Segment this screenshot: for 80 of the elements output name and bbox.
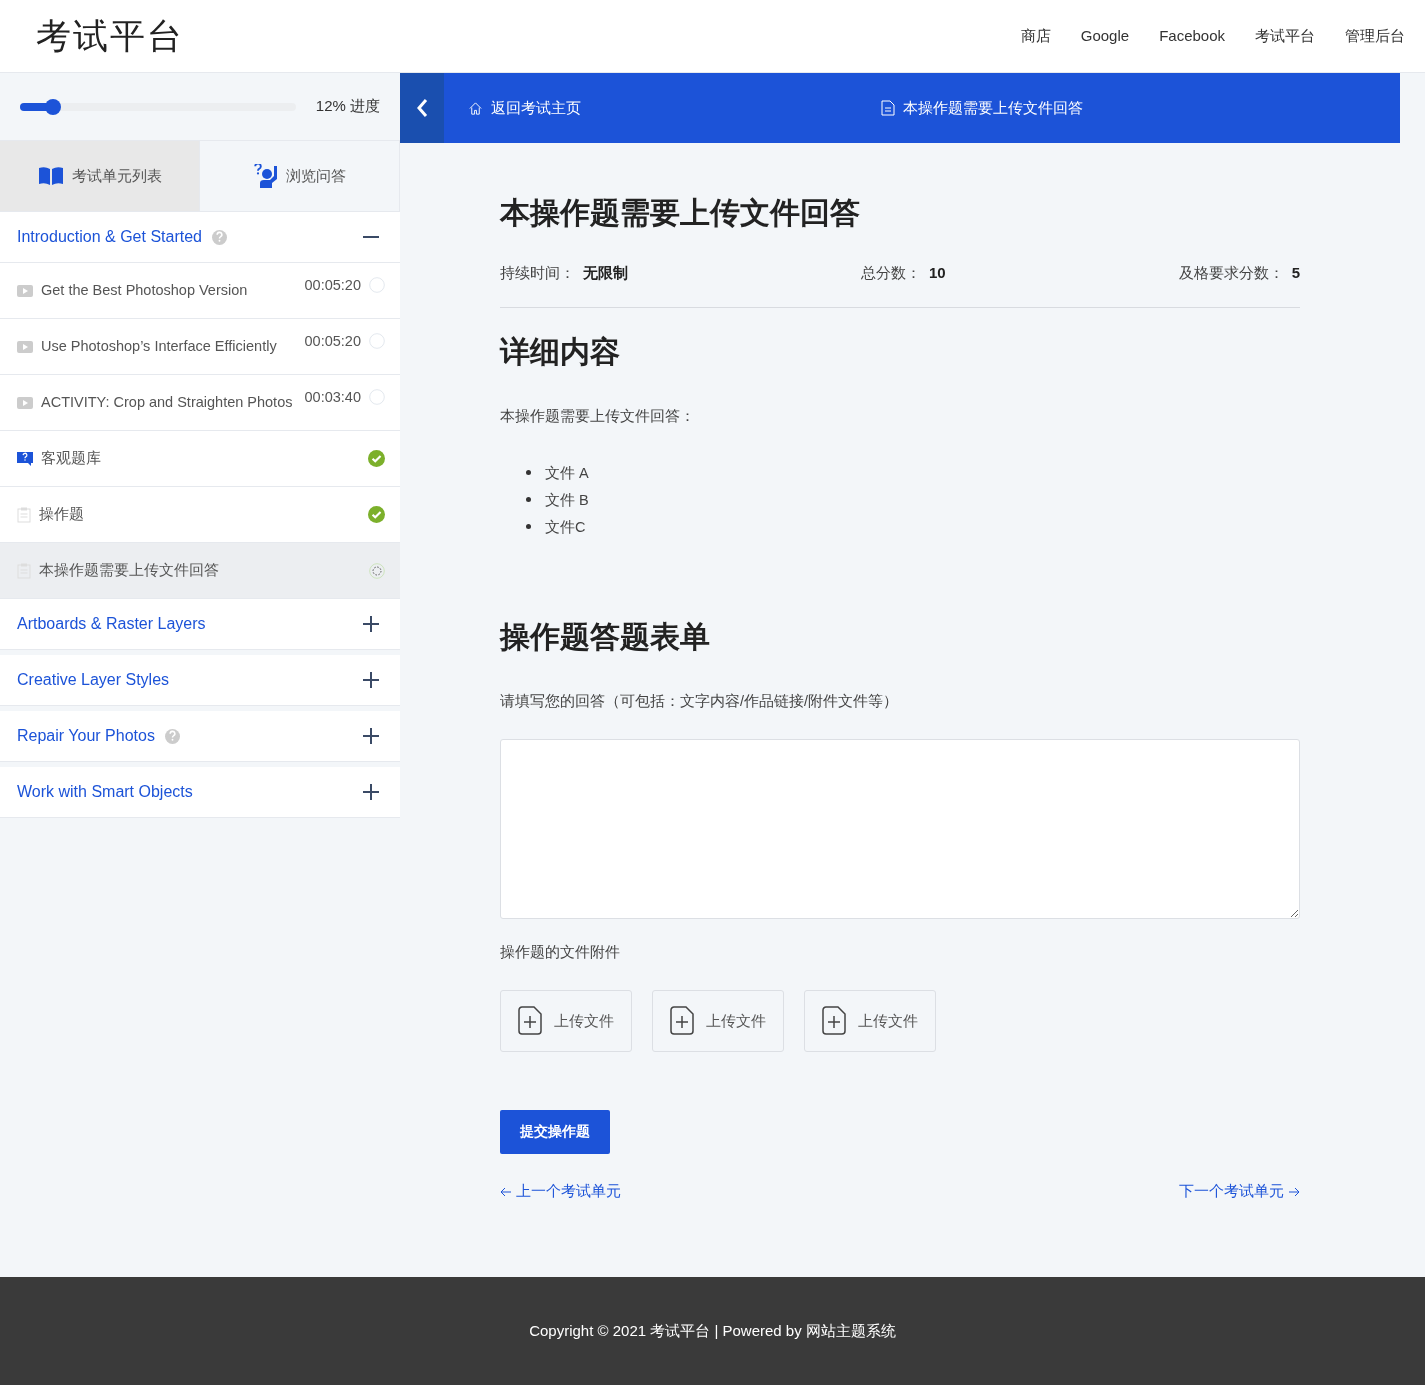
lesson-title: 操作题: [39, 505, 85, 524]
nav-link[interactable]: 商店: [1020, 26, 1051, 46]
clipboard-icon: [17, 506, 31, 523]
next-unit-link[interactable]: 下一个考试单元: [1179, 1182, 1300, 1201]
lesson-duration: 00:05:20: [304, 332, 361, 351]
meta-item: 总分数： 10: [861, 264, 946, 283]
copyright-text: Copyright © 2021 考试平台 | Powered by 网站主题系统: [529, 1321, 896, 1341]
expand-icon[interactable]: [362, 727, 380, 745]
lesson-item[interactable]: Get the Best Photoshop Version 00:05:20: [0, 263, 400, 319]
intro-text: 本操作题需要上传文件回答：: [500, 407, 696, 426]
nav-link[interactable]: Google: [1080, 26, 1130, 46]
file-list-item: 文件 B: [545, 492, 589, 508]
nav-link[interactable]: 考试平台: [1255, 26, 1315, 46]
lesson-duration: 00:05:20: [304, 276, 361, 295]
lesson-duration: 00:03:40: [304, 388, 361, 407]
nav-link[interactable]: Facebook: [1159, 26, 1225, 46]
nav-link[interactable]: 管理后台: [1345, 26, 1405, 46]
lesson-title: 本操作题需要上传文件回答: [39, 561, 220, 580]
bullet-icon: [526, 524, 531, 530]
section-header[interactable]: Introduction & Get Started: [0, 212, 400, 263]
file-plus-icon: [518, 1006, 542, 1036]
file-plus-icon: [822, 1006, 846, 1036]
section-header[interactable]: Creative Layer Styles: [0, 655, 400, 706]
back-button[interactable]: [400, 73, 444, 143]
quiz-icon: [17, 451, 33, 466]
bullet-icon: [526, 470, 531, 476]
help-icon: [212, 229, 227, 245]
file-list-item: 文件 A: [545, 465, 589, 481]
document-icon: [881, 100, 895, 116]
upload-button[interactable]: 上传文件: [652, 990, 784, 1052]
section-title[interactable]: Repair Your Photos: [17, 727, 155, 745]
section-title[interactable]: Introduction & Get Started: [17, 228, 202, 246]
file-plus-icon: [670, 1006, 694, 1036]
previous-unit-link[interactable]: 上一个考试单元: [500, 1182, 621, 1201]
section-header[interactable]: Work with Smart Objects: [0, 767, 400, 818]
section-header[interactable]: Repair Your Photos: [0, 711, 400, 762]
chevron-left-icon: [416, 98, 428, 118]
home-icon: [468, 100, 483, 116]
meta-item: 及格要求分数： 5: [1178, 264, 1300, 283]
back-to-home-link[interactable]: 返回考试主页: [468, 98, 581, 118]
progress-label: 12% 进度: [315, 97, 380, 116]
video-icon: [17, 284, 33, 297]
lesson-item[interactable]: 客观题库: [0, 431, 400, 487]
section-header[interactable]: Artboards & Raster Layers: [0, 599, 400, 650]
expand-icon[interactable]: [362, 783, 380, 801]
video-icon: [17, 340, 33, 353]
raised-hand-question-icon: [253, 164, 278, 188]
lesson-item[interactable]: Use Photoshop’s Interface Efficiently 00:05:20: [0, 319, 400, 375]
lesson-item[interactable]: ACTIVITY: Crop and Straighten Photos 00:03:40: [0, 375, 400, 431]
attachments-label: 操作题的文件附件: [500, 943, 621, 962]
progress-thumb[interactable]: [45, 98, 62, 115]
submit-button[interactable]: 提交操作题: [500, 1110, 610, 1154]
arrow-left-icon: [500, 1186, 512, 1197]
section-title[interactable]: Creative Layer Styles: [17, 671, 170, 689]
lesson-item[interactable]: 操作题: [0, 487, 400, 543]
expand-icon[interactable]: [362, 615, 380, 633]
arrow-right-icon: [1288, 1186, 1300, 1197]
bullet-icon: [526, 497, 531, 503]
meta-item: 持续时间： 无限制: [500, 264, 628, 283]
lesson-title: Use Photoshop’s Interface Efficiently: [41, 337, 278, 356]
video-icon: [17, 396, 33, 409]
page-title: 本操作题需要上传文件回答: [500, 195, 861, 231]
expand-icon[interactable]: [362, 671, 380, 689]
site-logo[interactable]: 考试平台: [36, 12, 184, 60]
book-icon: [37, 166, 64, 186]
section-title[interactable]: Artboards & Raster Layers: [17, 615, 206, 633]
current-unit-title: 本操作题需要上传文件回答: [881, 98, 1083, 118]
section-heading: 详细内容: [500, 334, 621, 370]
section-heading: 操作题答题表单: [500, 619, 711, 655]
lesson-title: 客观题库: [41, 449, 102, 468]
section-title[interactable]: Work with Smart Objects: [17, 783, 193, 801]
lesson-title: ACTIVITY: Crop and Straighten Photos: [41, 393, 294, 412]
upload-button[interactable]: 上传文件: [500, 990, 632, 1052]
lesson-title: Get the Best Photoshop Version: [41, 281, 249, 300]
help-icon: [164, 728, 180, 744]
answer-prompt: 请填写您的回答（可包括：文字内容/作品链接/附件文件等）: [500, 692, 900, 711]
lesson-item[interactable]: 本操作题需要上传文件回答: [0, 543, 400, 599]
upload-button[interactable]: 上传文件: [804, 990, 936, 1052]
sidebar-tab[interactable]: 考试单元列表: [0, 141, 200, 211]
file-list-item: 文件C: [545, 519, 586, 535]
